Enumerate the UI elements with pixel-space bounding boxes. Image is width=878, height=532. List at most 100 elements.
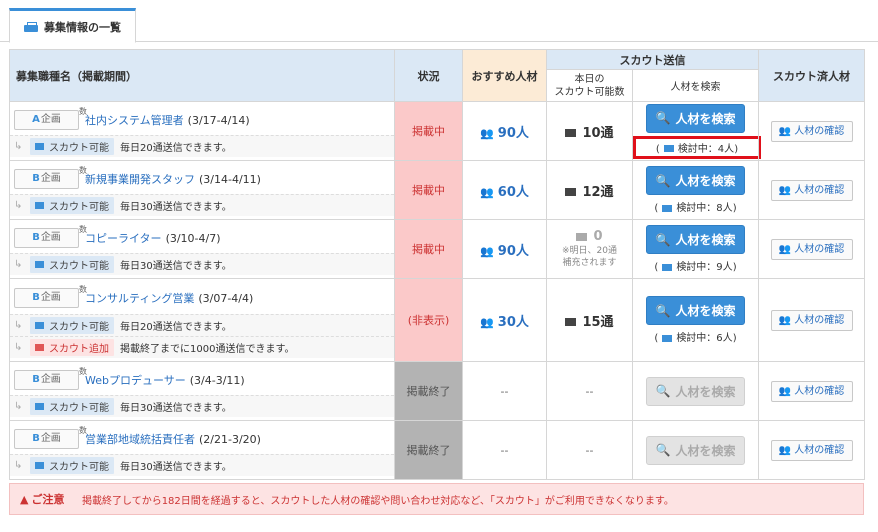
search-talent-button[interactable]: 🔍 人材を検索 <box>646 225 745 254</box>
check-cell: 👥 人材の確認 <box>758 278 865 362</box>
job-period: (3/14-4/11) <box>199 172 261 186</box>
table-row: B企画数 営業部地域統括責任者 (2/21-3/20) ↳ スカウト可能 毎日3… <box>9 420 865 480</box>
check-talent-button[interactable]: 👥 人材の確認 <box>770 238 853 260</box>
status-cell: 掲載中 <box>394 219 463 279</box>
job-table: 募集職種名（掲載期間） 状況 おすすめ人材 スカウト送信 スカウト済人材 本日の… <box>9 49 865 480</box>
check-cell: 👥 人材の確認 <box>758 160 865 220</box>
check-cell: 👥 人材の確認 <box>758 420 865 480</box>
header-status: 状況 <box>394 49 463 102</box>
check-cell: 👥 人材の確認 <box>758 361 865 421</box>
scout-ok-text: 毎日30通送信できます。 <box>120 202 232 213</box>
tab-job-list[interactable]: 募集情報の一覧 <box>9 8 136 43</box>
recommend-cell[interactable]: 👥 60人 <box>462 160 547 220</box>
branch-arrow-icon: ↳ <box>14 200 23 211</box>
job-period: (3/4-3/11) <box>189 373 245 387</box>
scout-ok-line: ↳ スカウト可能 毎日30通送信できます。 <box>10 454 394 476</box>
search-talent-button[interactable]: 🔍 人材を検索 <box>646 166 745 195</box>
recommend-cell[interactable]: 👥 90人 <box>462 101 547 161</box>
scout-add-text: 掲載終了までに1000通送信できます。 <box>120 343 295 355</box>
review-count-link[interactable]: (検討中：4人) <box>633 135 761 159</box>
status-cell: (非表示) <box>394 278 463 362</box>
recommend-cell[interactable]: 👥 30人 <box>462 278 547 362</box>
check-cell: 👥 人材の確認 <box>758 219 865 279</box>
scout-ok-badge[interactable]: スカウト可能 <box>30 197 114 214</box>
scout-ok-badge[interactable]: スカウト可能 <box>30 398 114 415</box>
caution-banner: ▲ ご注意 掲載終了してから182日間を経過すると、スカウトした人材の確認や問い合… <box>9 483 864 515</box>
table-row: B企画数 Webプロデューサー (3/4-3/11) ↳ スカウト可能 毎日30… <box>9 361 865 421</box>
review-count-link[interactable]: (検討中：6人) <box>633 329 758 344</box>
plan-button[interactable]: B企画数 <box>14 166 87 189</box>
plan-button[interactable]: B企画数 <box>14 225 87 248</box>
scout-ok-badge[interactable]: スカウト可能 <box>30 138 114 155</box>
mail-icon <box>576 232 588 241</box>
check-talent-button[interactable]: 👥 人材の確認 <box>770 120 853 142</box>
scout-add-badge[interactable]: スカウト追加 <box>30 338 114 356</box>
search-icon: 🔍 <box>655 232 671 247</box>
recommend-cell[interactable]: 👥 90人 <box>462 219 547 279</box>
search-cell: 🔍 人材を検索 (検討中：8人) <box>632 160 759 220</box>
plan-button[interactable]: B企画数 <box>14 285 87 308</box>
search-talent-button[interactable]: 🔍 人材を検索 <box>646 296 745 325</box>
check-talent-button[interactable]: 👥 人材の確認 <box>770 309 853 331</box>
scout-count-cell: 15通 <box>546 278 633 362</box>
search-icon: 🔍 <box>655 443 671 457</box>
caution-text: 掲載終了してから182日間を経過すると、スカウトした人材の確認や問い合わせ対応な… <box>82 495 674 507</box>
job-title-link[interactable]: コンサルティング営業 <box>85 290 194 306</box>
job-period: (3/10-4/7) <box>165 231 221 245</box>
search-talent-button[interactable]: 🔍 人材を検索 <box>646 435 745 465</box>
tab-bar: 募集情報の一覧 <box>0 0 878 43</box>
job-title-link[interactable]: 社内システム管理者 <box>85 112 184 128</box>
job-list-panel: 募集職種名（掲載期間） 状況 おすすめ人材 スカウト送信 スカウト済人材 本日の… <box>9 49 865 521</box>
job-period: (2/21-3/20) <box>199 432 261 446</box>
job-title-link[interactable]: コピーライター <box>85 230 162 246</box>
mail-icon <box>35 202 44 209</box>
job-title-link[interactable]: 新規事業開発スタッフ <box>85 171 195 187</box>
scout-ok-badge[interactable]: スカウト可能 <box>30 457 114 474</box>
scout-ok-line: ↳ スカウト可能 毎日30通送信できます。 <box>10 194 394 216</box>
plan-button[interactable]: A企画数 <box>14 107 87 130</box>
mail-icon <box>35 143 44 150</box>
search-cell: 🔍 人材を検索 (検討中：4人) <box>632 101 761 161</box>
job-period: (3/17-4/14) <box>187 113 250 127</box>
search-talent-button[interactable]: 🔍 人材を検索 <box>646 103 745 133</box>
status-cell: 掲載終了 <box>394 420 463 480</box>
folder-icon <box>662 263 673 271</box>
status-cell: 掲載中 <box>394 160 463 220</box>
scout-ok-text: 毎日30通送信できます。 <box>120 462 232 473</box>
status-cell: 掲載中 <box>394 101 463 161</box>
check-talent-button[interactable]: 👥 人材の確認 <box>770 439 853 461</box>
review-count-link[interactable]: (検討中：9人) <box>633 258 758 273</box>
scout-ok-badge[interactable]: スカウト可能 <box>30 316 114 334</box>
plan-button[interactable]: B企画数 <box>14 367 87 390</box>
people-icon: 👥 <box>480 126 494 140</box>
people-icon: 👥 <box>480 185 494 199</box>
inbox-icon <box>24 21 38 32</box>
table-row: B企画数 コンサルティング営業 (3/07-4/4) ↳ スカウト可能 毎日20… <box>9 278 865 362</box>
header-search: 人材を検索 <box>632 69 759 102</box>
scout-ok-text: 毎日20通送信できます。 <box>120 143 232 154</box>
review-count-link[interactable]: (検討中：8人) <box>633 199 758 214</box>
scout-ok-badge[interactable]: スカウト可能 <box>30 256 114 273</box>
people-icon: 👥 <box>480 315 494 329</box>
job-title-link[interactable]: 営業部地域統括責任者 <box>85 431 195 447</box>
scout-count-cell: 0 ※明日、20通 補充されます <box>546 219 633 279</box>
scout-ok-text: 毎日30通送信できます。 <box>120 261 232 272</box>
plan-button[interactable]: B企画数 <box>14 426 87 449</box>
mail-icon <box>35 343 44 351</box>
people-icon: 👥 <box>778 184 792 196</box>
check-talent-button[interactable]: 👥 人材の確認 <box>770 380 853 402</box>
branch-arrow-icon: ↳ <box>14 141 23 152</box>
search-cell: 🔍 人材を検索 (検討中：6人) <box>632 278 759 362</box>
search-talent-button[interactable]: 🔍 人材を検索 <box>646 376 745 406</box>
scout-count-cell: -- <box>546 420 633 480</box>
mail-icon <box>35 261 44 268</box>
branch-arrow-icon: ↳ <box>14 460 23 471</box>
check-talent-button[interactable]: 👥 人材の確認 <box>770 179 853 201</box>
mail-icon <box>35 321 44 329</box>
mail-icon <box>35 403 44 410</box>
status-cell: 掲載終了 <box>394 361 463 421</box>
job-title-link[interactable]: Webプロデューサー <box>85 372 186 388</box>
scout-ok-line: ↳ スカウト可能 毎日20通送信できます。 <box>10 135 394 157</box>
people-icon: 👥 <box>778 125 792 137</box>
warning-icon: ▲ <box>20 493 29 506</box>
